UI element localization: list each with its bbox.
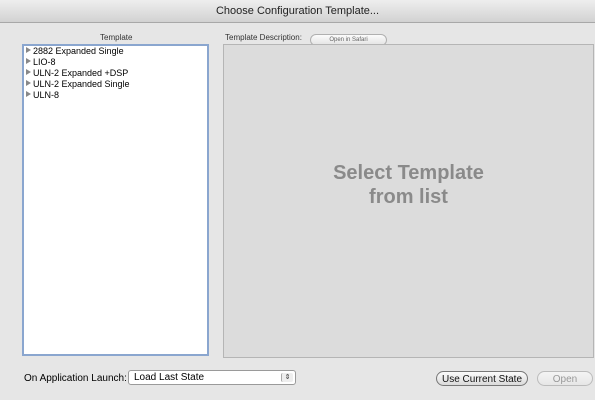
template-list[interactable]: 2882 Expanded Single LIO-8 ULN-2 Expande… — [22, 44, 209, 356]
list-item-label: 2882 Expanded Single — [33, 46, 124, 56]
list-item-label: ULN-2 Expanded Single — [33, 79, 130, 89]
placeholder-line-1: Select Template — [333, 162, 484, 184]
launch-label: On Application Launch: — [24, 373, 127, 384]
disclosure-triangle-icon[interactable] — [26, 91, 31, 97]
list-item-label: ULN-8 — [33, 90, 60, 100]
placeholder-text: Select Template from list — [224, 161, 593, 209]
updown-arrows-icon: ⇕ — [281, 373, 293, 382]
list-item-label: ULN-2 Expanded +DSP — [33, 68, 129, 78]
disclosure-triangle-icon[interactable] — [26, 47, 31, 53]
choose-template-window: Choose Configuration Template... Templat… — [0, 0, 595, 400]
open-button[interactable]: Open — [537, 371, 593, 386]
list-item[interactable]: 2882 Expanded Single — [24, 46, 207, 57]
launch-select-value: Load Last State — [134, 372, 205, 383]
template-list-header: Template — [100, 33, 133, 42]
disclosure-triangle-icon[interactable] — [26, 80, 31, 86]
window-title: Choose Configuration Template... — [0, 0, 595, 23]
list-item[interactable]: LIO-8 — [24, 57, 207, 68]
list-item[interactable]: ULN-8 — [24, 90, 207, 101]
placeholder-line-2: from list — [369, 186, 448, 208]
disclosure-triangle-icon[interactable] — [26, 58, 31, 64]
use-current-state-button[interactable]: Use Current State — [436, 371, 528, 386]
template-description-header: Template Description: — [225, 33, 302, 42]
disclosure-triangle-icon[interactable] — [26, 69, 31, 75]
template-description-pane: Select Template from list — [223, 44, 594, 358]
list-item[interactable]: ULN-2 Expanded Single — [24, 79, 207, 90]
launch-select[interactable]: Load Last State ⇕ — [128, 370, 296, 385]
list-item[interactable]: ULN-2 Expanded +DSP — [24, 68, 207, 79]
list-item-label: LIO-8 — [33, 57, 56, 67]
